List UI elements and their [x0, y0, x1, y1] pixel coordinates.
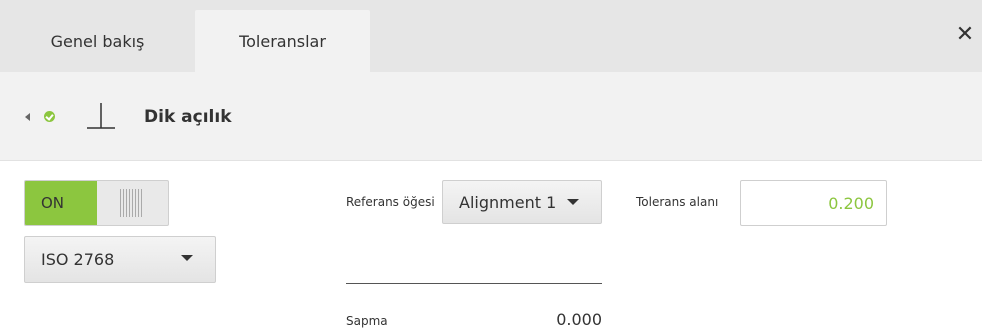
- toggle-on-label: ON: [41, 194, 65, 212]
- tab-tolerances-label: Toleranslar: [239, 31, 326, 51]
- tab-overview-label: Genel bakış: [50, 31, 145, 51]
- close-icon[interactable]: ✕: [954, 24, 976, 46]
- toggle-on-state: ON: [25, 181, 97, 225]
- reference-select-value: Alignment 1: [459, 192, 557, 212]
- reference-label: Referans öğesi: [346, 195, 435, 209]
- standard-select[interactable]: ISO 2768: [24, 236, 216, 283]
- tolerance-input[interactable]: 0.200: [740, 180, 887, 226]
- standard-select-value: ISO 2768: [41, 250, 115, 269]
- deviation-label: Sapma: [346, 314, 388, 328]
- tolerance-toggle[interactable]: ON: [24, 180, 169, 226]
- tab-bar: Genel bakış Toleranslar ✕: [0, 0, 982, 72]
- check-circle-icon: [44, 111, 55, 122]
- feature-header: Dik açılık: [0, 72, 982, 161]
- chevron-down-icon: [567, 199, 579, 205]
- divider: [346, 283, 602, 284]
- tab-tolerances[interactable]: Toleranslar: [195, 10, 370, 72]
- perpendicularity-icon: [87, 103, 115, 129]
- chevron-down-icon: [181, 255, 193, 261]
- toggle-grip-icon[interactable]: [120, 189, 142, 217]
- tolerance-value: 0.200: [828, 193, 874, 213]
- feature-name: Dik açılık: [144, 107, 232, 127]
- tolerance-label: Tolerans alanı: [636, 195, 719, 209]
- back-arrow-icon[interactable]: [25, 113, 30, 121]
- deviation-value: 0.000: [556, 310, 602, 329]
- reference-select[interactable]: Alignment 1: [442, 180, 602, 224]
- tab-overview[interactable]: Genel bakış: [0, 10, 195, 72]
